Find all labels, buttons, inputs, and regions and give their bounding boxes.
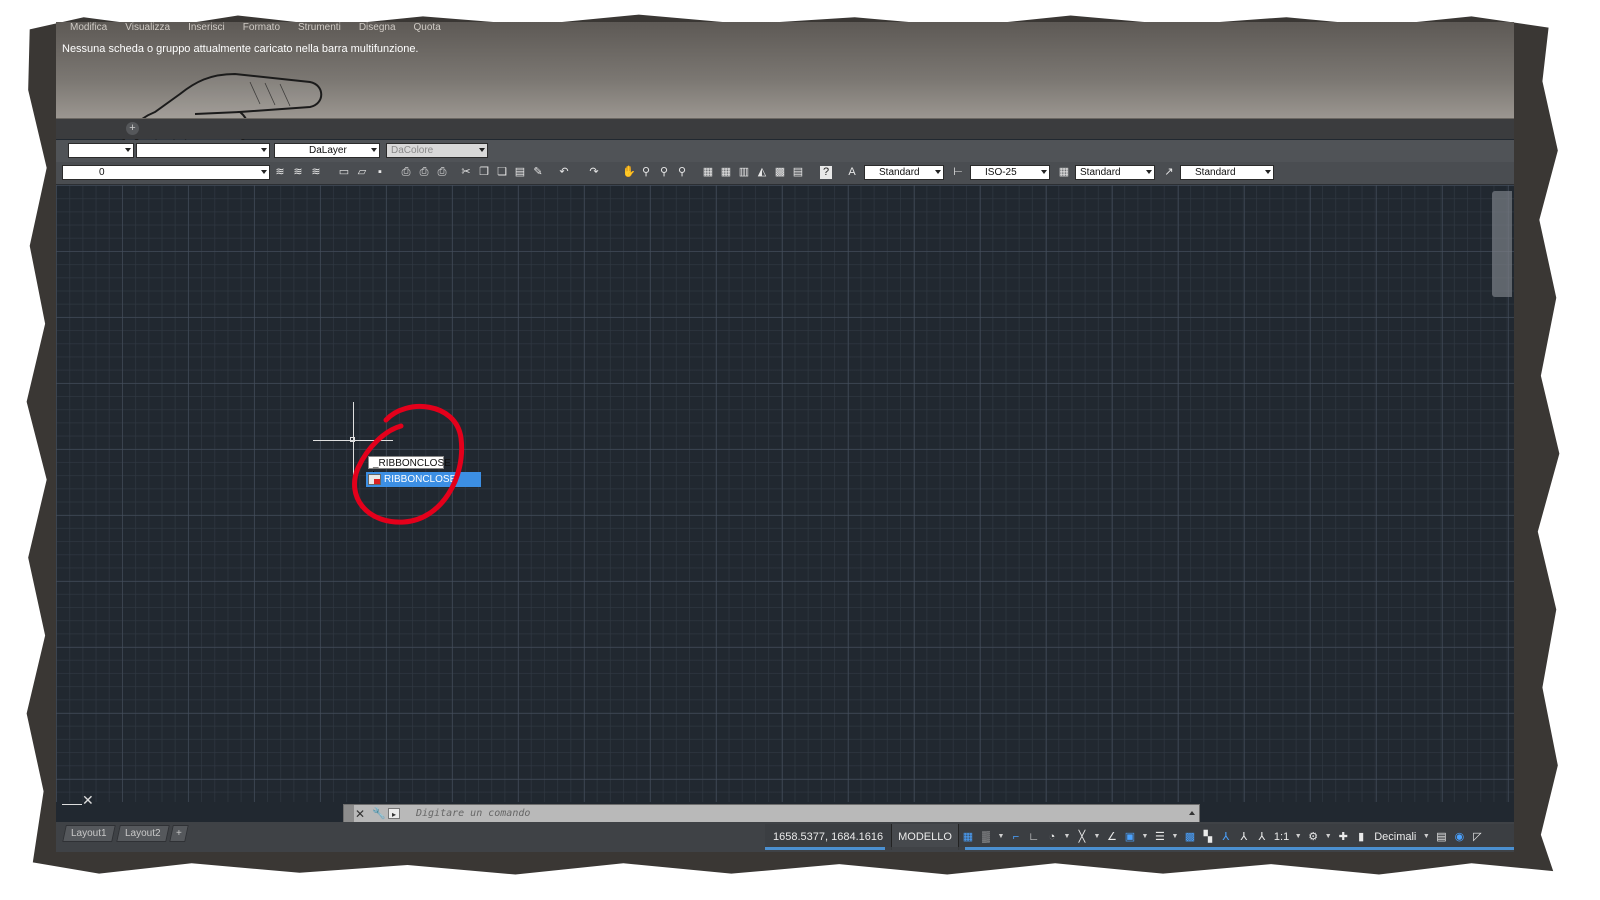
new-file-icon[interactable]: ▭ <box>338 166 350 179</box>
match-properties-icon[interactable]: ▤ <box>514 166 526 179</box>
menu-inserisci[interactable]: Inserisci <box>188 22 225 36</box>
zoom-window-icon[interactable]: ⚲ <box>658 166 670 179</box>
plot-icon[interactable]: ⎙ <box>400 166 412 179</box>
block-editor-icon[interactable]: ✎ <box>532 166 544 179</box>
dim-style-icon[interactable]: ⊢ <box>952 166 964 179</box>
table-style-dropdown[interactable]: Standard <box>1075 165 1155 180</box>
table-style-icon[interactable]: ▦ <box>1058 166 1070 179</box>
text-style-icon[interactable]: A <box>846 166 858 179</box>
linetype-dropdown[interactable]: DaLayer <box>274 143 380 158</box>
close-icon[interactable]: ✕ <box>355 807 365 821</box>
units-selector[interactable]: Decimali <box>1370 831 1420 843</box>
add-tab-button[interactable]: + <box>126 122 139 135</box>
tool-palettes-icon[interactable]: ▥ <box>738 166 750 179</box>
layer-value: 0 <box>99 167 105 178</box>
help-icon[interactable]: ? <box>820 166 832 179</box>
zoom-previous-icon[interactable]: ⚲ <box>676 166 688 179</box>
layer-properties-icon[interactable]: ≋ <box>274 166 286 179</box>
ribbon-tab-strip: + <box>56 118 1514 139</box>
menu-modifica[interactable]: Modifica <box>70 22 107 36</box>
plotstyle-dropdown[interactable]: DaColore <box>386 143 488 158</box>
navigation-bar[interactable] <box>1492 191 1512 297</box>
save-icon[interactable]: ▪ <box>374 166 386 179</box>
markup-icon[interactable]: ▩ <box>774 166 786 179</box>
menu-bar: Modifica Visualizza Inserisci Formato St… <box>56 22 1514 36</box>
dim-style-dropdown[interactable]: ISO-25 <box>970 165 1050 180</box>
autocad-window: Modifica Visualizza Inserisci Formato St… <box>56 22 1514 852</box>
chevron-up-icon[interactable] <box>1189 811 1195 815</box>
redo-icon[interactable]: ↷ <box>588 166 600 179</box>
standard-toolbar: 0 ≋ ≋ ≋ ▭ ▱ ▪ ⎙ ⎙ ⎙ ✂ ❐ ❏ ▤ ✎ ↶ ↷ ✋ ⚲ ⚲ … <box>56 162 1514 185</box>
design-center-icon[interactable]: ▦ <box>720 166 732 179</box>
red-annotation-circle <box>352 404 465 525</box>
ucs-icon: ✕ <box>62 792 94 809</box>
dim-style-value: ISO-25 <box>985 167 1017 178</box>
open-file-icon[interactable]: ▱ <box>356 166 368 179</box>
command-input[interactable]: Digitare un comando <box>416 808 530 819</box>
ucs-x-symbol: ✕ <box>82 792 94 808</box>
menu-visualizza[interactable]: Visualizza <box>125 22 170 36</box>
linetype-value: DaLayer <box>309 145 347 156</box>
wrench-icon[interactable]: 🔧 <box>372 807 386 820</box>
text-style-value: Standard <box>879 167 920 178</box>
tab-layout2[interactable]: Layout2 <box>115 825 169 842</box>
plotstyle-value: DaColore <box>391 145 434 156</box>
layer-dropdown[interactable]: 0 <box>62 165 270 180</box>
menu-quota[interactable]: Quota <box>414 22 441 36</box>
command-line[interactable]: ✕ 🔧 ▸ Digitare un comando <box>343 804 1200 824</box>
menu-formato[interactable]: Formato <box>243 22 280 36</box>
sheet-set-icon[interactable]: ◭ <box>756 166 768 179</box>
mleader-style-value: Standard <box>1195 167 1236 178</box>
coordinates-readout: 1658.5377, 1684.1616 <box>773 831 884 843</box>
cut-icon[interactable]: ✂ <box>460 166 472 179</box>
paste-icon[interactable]: ❏ <box>496 166 508 179</box>
mleader-style-dropdown[interactable]: Standard <box>1180 165 1274 180</box>
undo-icon[interactable]: ↶ <box>558 166 570 179</box>
annotation-scale[interactable]: 1:1 <box>1271 831 1292 843</box>
menu-strumenti[interactable]: Strumenti <box>298 22 341 36</box>
lineweight-dropdown[interactable] <box>136 143 270 158</box>
properties-toolbar: DaLayer DaColore <box>56 140 1514 162</box>
status-bar: 1658.5377, 1684.1616 MODELLO ▦ ▒ ▼ ⌐ ∟ ◔… <box>765 824 1514 850</box>
add-layout-button[interactable]: + <box>169 825 189 842</box>
zoom-realtime-icon[interactable]: ⚲ <box>640 166 652 179</box>
mleader-style-icon[interactable]: ↗ <box>1163 166 1175 179</box>
table-style-value: Standard <box>1080 167 1121 178</box>
pan-icon[interactable]: ✋ <box>622 166 636 179</box>
layout-tabs: Layout1 Layout2 + <box>62 825 189 842</box>
ribbon-panel: Modifica Visualizza Inserisci Formato St… <box>56 22 1514 182</box>
calculator-icon[interactable]: ▤ <box>792 166 804 179</box>
status-progress-strip <box>765 847 1514 850</box>
text-style-dropdown[interactable]: Standard <box>864 165 944 180</box>
copy-icon[interactable]: ❐ <box>478 166 490 179</box>
bottom-bar: Layout1 Layout2 + 1658.5377, 1684.1616 M… <box>56 822 1514 852</box>
color-dropdown[interactable] <box>68 143 134 158</box>
layer-previous-icon[interactable]: ≋ <box>310 166 322 179</box>
make-current-icon[interactable]: ≋ <box>292 166 304 179</box>
menu-disegna[interactable]: Disegna <box>359 22 396 36</box>
plot-preview-icon[interactable]: ⎙ <box>418 166 430 179</box>
drawing-canvas[interactable] <box>56 185 1514 802</box>
prompt-icon[interactable]: ▸ <box>388 808 400 819</box>
tab-layout1[interactable]: Layout1 <box>62 825 116 842</box>
properties-icon[interactable]: ▦ <box>702 166 714 179</box>
command-line-grip[interactable] <box>344 805 354 823</box>
publish-icon[interactable]: ⎙ <box>436 166 448 179</box>
